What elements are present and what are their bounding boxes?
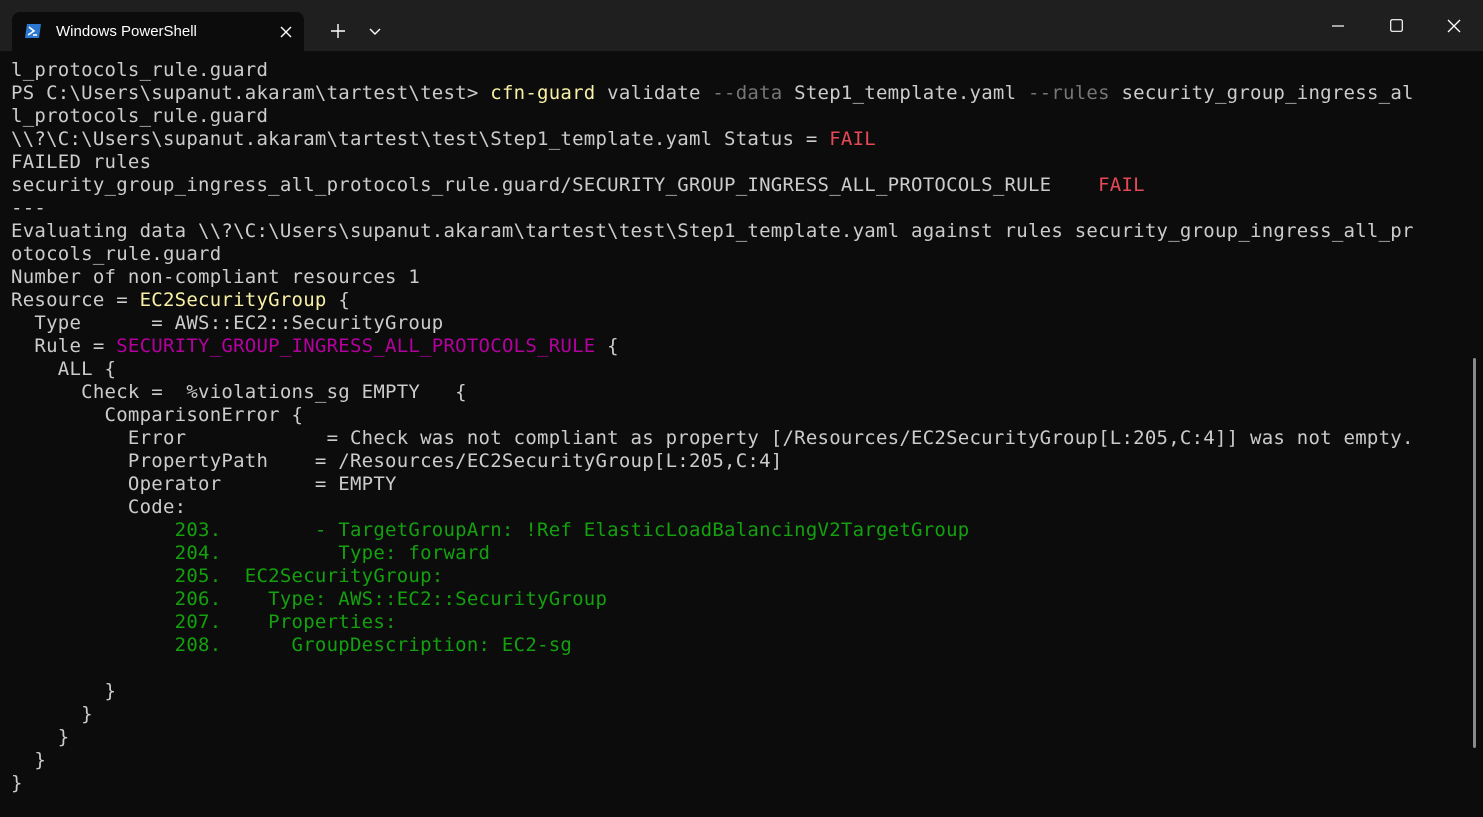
minimize-button[interactable]	[1309, 0, 1367, 51]
terminal-text: --data	[712, 82, 783, 104]
title-bar[interactable]: Windows PowerShell	[0, 0, 1483, 51]
chevron-down-icon	[369, 28, 381, 35]
terminal-line: security_group_ingress_all_protocols_rul…	[11, 174, 1461, 197]
terminal-text: 207. Properties:	[11, 611, 397, 633]
terminal-text: security_group_ingress_all_protocols_rul…	[11, 174, 1099, 196]
terminal-text: 208. GroupDescription: EC2-sg	[11, 634, 573, 656]
terminal-text: 203. - TargetGroupArn: !Ref ElasticLoadB…	[11, 519, 970, 541]
terminal-text: l_protocols_rule.guard	[11, 59, 269, 81]
terminal-line: }	[11, 726, 1461, 749]
terminal-text: security_group_ingress_al	[1109, 82, 1414, 104]
tab-title: Windows PowerShell	[56, 23, 197, 40]
terminal-line: Resource = EC2SecurityGroup {	[11, 289, 1461, 312]
terminal-text: otocols_rule.guard	[11, 243, 222, 265]
terminal-text: Type = AWS::EC2::SecurityGroup	[11, 312, 444, 334]
minimize-icon	[1332, 24, 1344, 27]
plus-icon	[331, 24, 345, 38]
terminal-line: Check = %violations_sg EMPTY {	[11, 381, 1461, 404]
terminal-text: Rule =	[11, 335, 117, 357]
terminal-text: }	[11, 749, 47, 771]
terminal-text: Operator = EMPTY	[11, 473, 397, 495]
terminal-line: PS C:\Users\supanut.akaram\tartest\test>…	[11, 82, 1461, 105]
terminal-text: FAILED rules	[11, 151, 152, 173]
terminal-line: Evaluating data \\?\C:\Users\supanut.aka…	[11, 220, 1461, 243]
maximize-button[interactable]	[1367, 0, 1425, 51]
terminal-line: l_protocols_rule.guard	[11, 105, 1461, 128]
terminal-line: }	[11, 772, 1461, 795]
terminal-text: PS C:\Users\supanut.akaram\tartest\test>	[11, 82, 491, 104]
terminal-text: }	[11, 726, 70, 748]
terminal-text: Step1_template.yaml	[782, 82, 1028, 104]
terminal-text: ALL {	[11, 358, 117, 380]
terminal-text: }	[11, 772, 23, 794]
powershell-icon	[24, 23, 42, 39]
close-tab-icon	[280, 26, 292, 38]
terminal-text: Number of non-compliant resources 1	[11, 266, 421, 288]
terminal-line: \\?\C:\Users\supanut.akaram\tartest\test…	[11, 128, 1461, 151]
terminal-text: Check = %violations_sg EMPTY {	[11, 381, 467, 403]
terminal-text: 204. Type: forward	[11, 542, 491, 564]
terminal-text: EC2SecurityGroup	[139, 289, 327, 311]
terminal-text: cfn-guard	[490, 82, 596, 104]
terminal-line: ComparisonError {	[11, 404, 1461, 427]
terminal-line: otocols_rule.guard	[11, 243, 1461, 266]
terminal-line: Code:	[11, 496, 1461, 519]
terminal-line: 208. GroupDescription: EC2-sg	[11, 634, 1461, 657]
terminal-text: Evaluating data \\?\C:\Users\supanut.aka…	[11, 220, 1414, 242]
terminal-text: }	[11, 703, 93, 725]
terminal-line: FAILED rules	[11, 151, 1461, 174]
terminal-text: {	[326, 289, 351, 311]
terminal-text: {	[595, 335, 619, 357]
close-window-button[interactable]	[1425, 0, 1483, 51]
scrollbar[interactable]	[1473, 358, 1476, 748]
terminal-text: PropertyPath = /Resources/EC2SecurityGro…	[11, 450, 783, 472]
terminal-text: --rules	[1027, 82, 1110, 104]
terminal-line: Number of non-compliant resources 1	[11, 266, 1461, 289]
terminal-line: Error = Check was not compliant as prope…	[11, 427, 1461, 450]
terminal-text: 205. EC2SecurityGroup:	[11, 565, 444, 587]
terminal-line: }	[11, 749, 1461, 772]
terminal-line: }	[11, 703, 1461, 726]
terminal-line: 207. Properties:	[11, 611, 1461, 634]
terminal-line: 205. EC2SecurityGroup:	[11, 565, 1461, 588]
new-tab-button[interactable]	[322, 12, 354, 50]
terminal-text: Error = Check was not compliant as prope…	[11, 427, 1414, 449]
tab-dropdown-button[interactable]	[360, 12, 390, 50]
terminal-line: Rule = SECURITY_GROUP_INGRESS_ALL_PROTOC…	[11, 335, 1461, 358]
terminal-line: l_protocols_rule.guard	[11, 59, 1461, 82]
close-icon	[1447, 19, 1461, 32]
terminal-line: 203. - TargetGroupArn: !Ref ElasticLoadB…	[11, 519, 1461, 542]
terminal-text: \\?\C:\Users\supanut.akaram\tartest\test…	[11, 128, 830, 150]
close-tab-button[interactable]	[275, 21, 297, 43]
terminal-text: SECURITY_GROUP_INGRESS_ALL_PROTOCOLS_RUL…	[116, 335, 596, 357]
terminal-line: }	[11, 680, 1461, 703]
terminal-line: Operator = EMPTY	[11, 473, 1461, 496]
terminal-text: Code:	[11, 496, 187, 518]
terminal-line: 204. Type: forward	[11, 542, 1461, 565]
terminal-text: FAIL	[1098, 174, 1145, 196]
terminal-line: 206. Type: AWS::EC2::SecurityGroup	[11, 588, 1461, 611]
terminal-text: FAIL	[829, 128, 876, 150]
terminal-text: l_protocols_rule.guard	[11, 105, 269, 127]
terminal-line: ALL {	[11, 358, 1461, 381]
maximize-icon	[1389, 19, 1403, 32]
terminal-output[interactable]: l_protocols_rule.guard PS C:\Users\supanu…	[11, 59, 1461, 809]
tab-windows-powershell[interactable]: Windows PowerShell	[12, 12, 304, 51]
terminal-line: PropertyPath = /Resources/EC2SecurityGro…	[11, 450, 1461, 473]
terminal-text: ComparisonError {	[11, 404, 304, 426]
terminal-text: ---	[11, 197, 47, 219]
terminal-line: ---	[11, 197, 1461, 220]
terminal-text: }	[11, 680, 117, 702]
terminal-window: Windows PowerShell l_protocols_rule.guar…	[0, 0, 1483, 817]
terminal-text: 206. Type: AWS::EC2::SecurityGroup	[11, 588, 608, 610]
terminal-line: Type = AWS::EC2::SecurityGroup	[11, 312, 1461, 335]
terminal-text: validate	[595, 82, 713, 104]
terminal-text: Resource =	[11, 289, 140, 311]
